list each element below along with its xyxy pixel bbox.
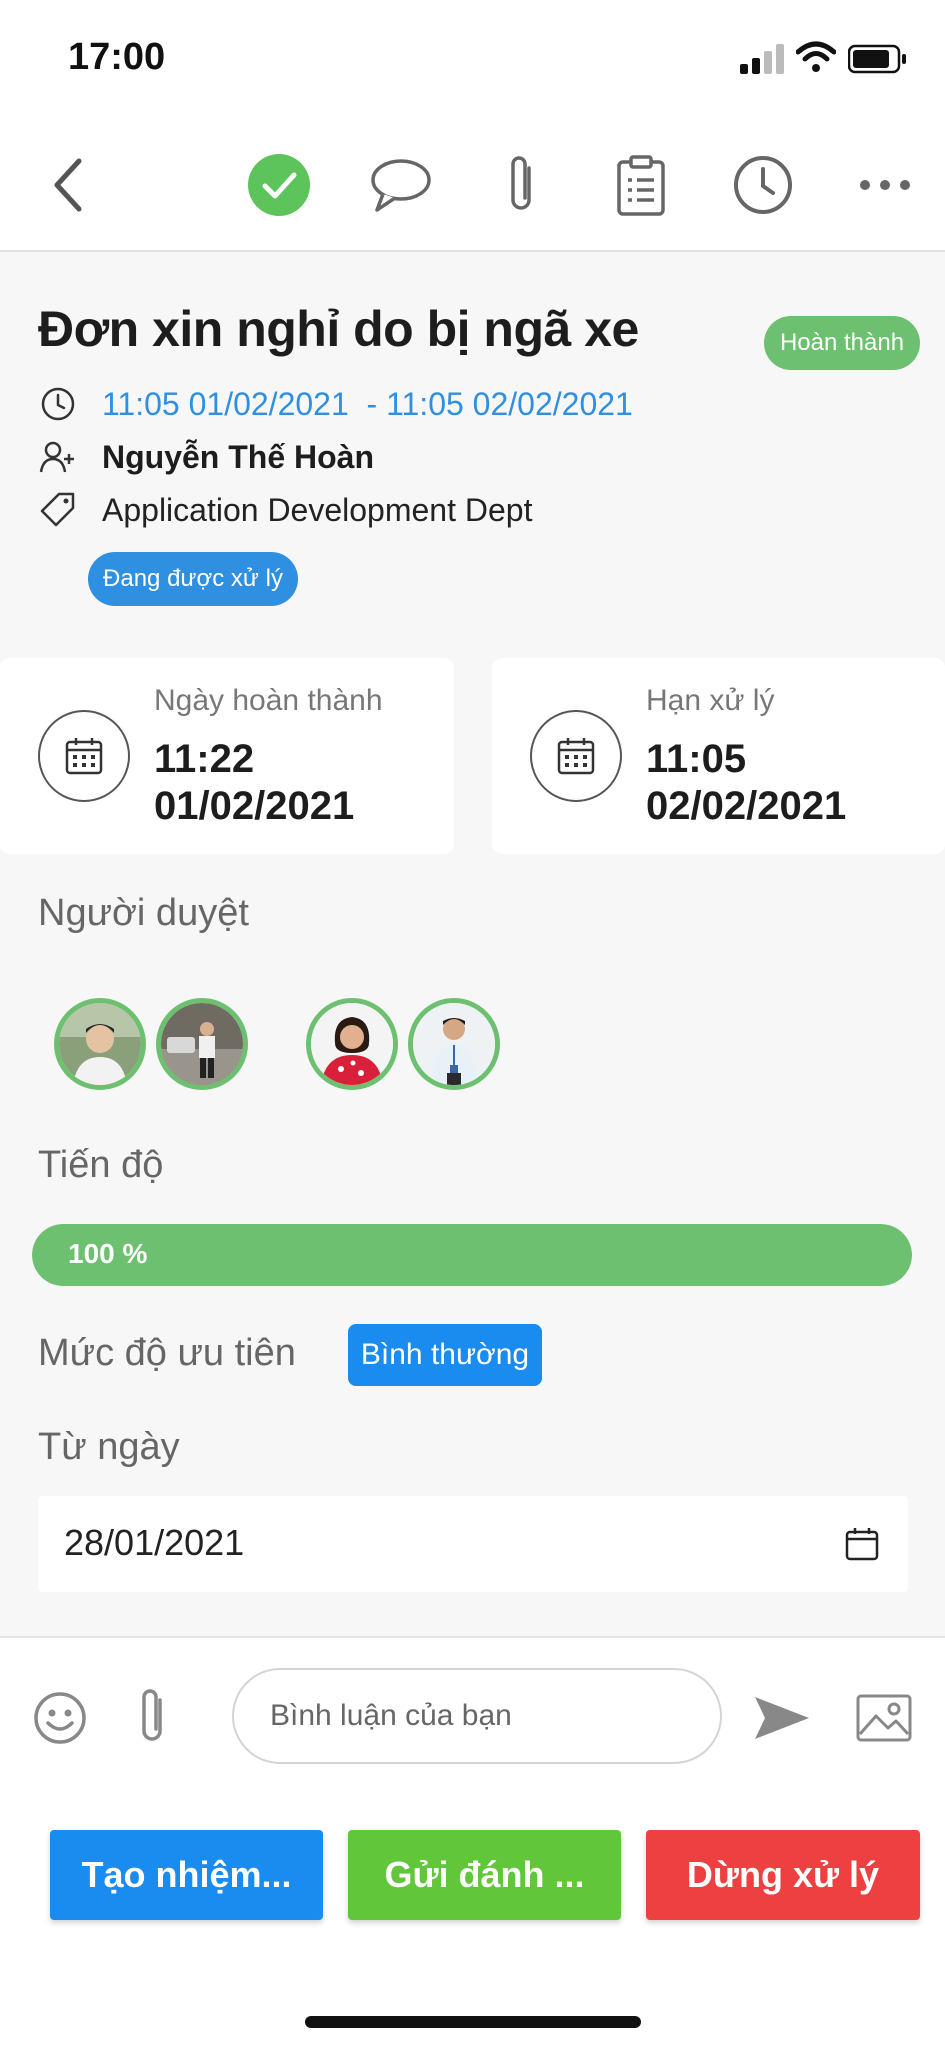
progress-fill <box>32 1224 912 1286</box>
status-time: 17:00 <box>68 36 166 78</box>
send-review-button[interactable]: Gửi đánh ... <box>348 1830 621 1920</box>
completion-date-card: Ngày hoàn thành 11:22 01/02/2021 <box>0 658 454 854</box>
card-value: 11:22 01/02/2021 <box>154 736 354 830</box>
clock-icon <box>38 384 78 424</box>
avatar[interactable] <box>306 998 398 1090</box>
department-row: Application Development Dept <box>38 490 532 530</box>
progress-label: Tiến độ <box>38 1144 164 1186</box>
priority-label: Mức độ ưu tiên <box>38 1332 296 1374</box>
check-circle-icon[interactable] <box>244 150 314 220</box>
card-time: 11:22 <box>154 737 255 781</box>
card-date: 02/02/2021 <box>646 784 847 828</box>
comment-bar <box>0 1636 945 1800</box>
more-icon[interactable] <box>850 150 920 220</box>
from-date-label: Từ ngày <box>38 1426 180 1468</box>
paperclip-icon[interactable] <box>486 150 556 220</box>
action-bar: Tạo nhiệm... Gửi đánh ... Dừng xử lý <box>0 1800 945 2048</box>
back-icon[interactable] <box>34 150 104 220</box>
chat-icon[interactable] <box>366 150 436 220</box>
deadline-card: Hạn xử lý 11:05 02/02/2021 <box>492 658 945 854</box>
date-range-row: 11:05 01/02/2021 - 11:05 02/02/2021 <box>38 384 633 424</box>
card-value: 11:05 02/02/2021 <box>646 736 846 830</box>
stop-processing-button[interactable]: Dừng xử lý <box>646 1830 920 1920</box>
card-time: 11:05 <box>646 737 747 781</box>
status-bar: 17:00 <box>0 0 945 120</box>
clipboard-icon[interactable] <box>606 150 676 220</box>
progress-text: 100 % <box>68 1238 148 1269</box>
tag-icon <box>38 490 78 530</box>
date-range: 11:05 01/02/2021 - 11:05 02/02/2021 <box>102 385 633 422</box>
add-user-icon <box>38 437 78 477</box>
home-indicator <box>305 2016 641 2028</box>
task-detail: Đơn xin nghỉ do bị ngã xe Hoàn thành 11:… <box>0 254 945 1636</box>
avatar[interactable] <box>54 998 146 1090</box>
attach-icon[interactable] <box>130 1682 174 1752</box>
creator-name: Nguyễn Thế Hoàn <box>102 438 375 475</box>
status-badge: Hoàn thành <box>764 316 920 370</box>
approver-list <box>54 998 514 1090</box>
emoji-icon[interactable] <box>32 1690 88 1746</box>
calendar-icon[interactable] <box>844 1526 880 1562</box>
create-task-button[interactable]: Tạo nhiệm... <box>50 1830 323 1920</box>
from-date-field[interactable]: 28/01/2021 <box>38 1496 908 1592</box>
image-icon[interactable] <box>854 1688 914 1748</box>
avatar[interactable] <box>156 998 248 1090</box>
card-label: Ngày hoàn thành <box>154 684 383 717</box>
cellular-signal-icon <box>740 44 784 74</box>
priority-badge[interactable]: Bình thường <box>348 1324 542 1386</box>
card-date: 01/02/2021 <box>154 784 355 828</box>
calendar-icon <box>530 710 622 802</box>
battery-icon <box>848 44 906 74</box>
from-date-value: 28/01/2021 <box>64 1522 245 1563</box>
card-label: Hạn xử lý <box>646 684 775 717</box>
approvers-label: Người duyệt <box>38 892 249 934</box>
comment-input[interactable] <box>232 1668 722 1764</box>
progress-bar: 100 % <box>32 1224 912 1286</box>
department: Application Development Dept <box>102 491 533 528</box>
task-title: Đơn xin nghỉ do bị ngã xe <box>38 301 639 357</box>
avatar[interactable] <box>408 998 500 1090</box>
clock-icon[interactable] <box>728 150 798 220</box>
processing-badge: Đang được xử lý <box>88 552 298 606</box>
calendar-icon <box>38 710 130 802</box>
top-toolbar <box>0 120 945 252</box>
creator-row: Nguyễn Thế Hoàn <box>38 437 374 477</box>
send-icon[interactable] <box>752 1690 812 1746</box>
wifi-icon <box>796 41 836 72</box>
